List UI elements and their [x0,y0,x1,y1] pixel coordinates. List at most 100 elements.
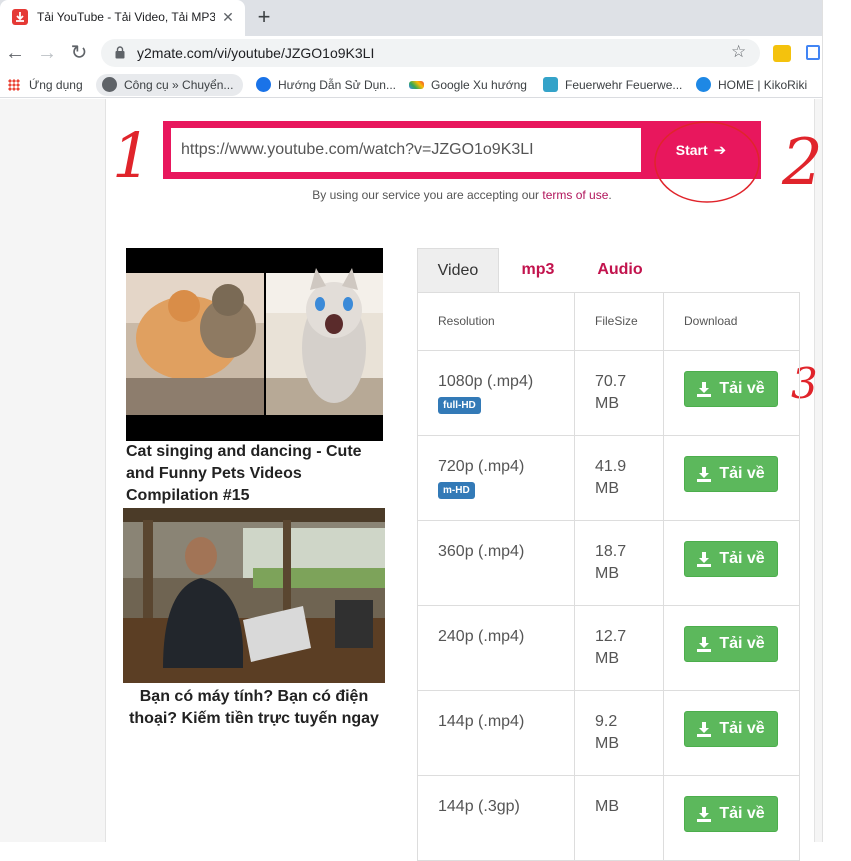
bookmark-label: Ứng dụng [29,78,83,92]
new-tab-button[interactable]: + [254,5,274,29]
filesize-text: 12.7 MB [595,628,627,667]
forward-button[interactable]: → [34,39,60,67]
download-button[interactable]: Tải về [684,711,778,747]
column-header-download: Download [663,292,800,351]
lock-icon [115,46,125,59]
resolution-text: 1080p (.mp4) [438,373,534,390]
download-cell: Tải về [663,775,800,861]
resolution-cell: 1080p (.mp4) full-HD [417,350,575,436]
bookmark-feuerwehr[interactable]: Feuerwehr Feuerwe... [543,74,682,96]
bookmark-label: Công cụ » Chuyển... [124,78,234,92]
download-label: Tải về [719,805,765,822]
download-cell: Tải về [663,605,800,691]
download-label: Tải về [719,465,765,482]
bookmark-label: Hướng Dẫn Sử Dụn... [278,78,396,92]
resolution-text: 144p (.3gp) [438,798,520,815]
bookmark-cong-cu[interactable]: Công cụ » Chuyển... [96,74,244,96]
download-label: Tải về [719,635,765,652]
column-header-filesize: FileSize [574,292,664,351]
download-button[interactable]: Tải về [684,541,778,577]
kikoriki-icon [696,77,711,92]
column-header-resolution: Resolution [417,292,575,351]
download-label: Tải về [719,550,765,567]
filesize-text: 70.7 MB [595,373,627,412]
browser-tab[interactable]: Tải YouTube - Tải Video, Tải MP3 ✕ [0,0,245,36]
resolution-text: 240p (.mp4) [438,628,525,645]
bookmark-kikoriki[interactable]: HOME | KikoRiki [696,74,807,96]
star-icon[interactable]: ☆ [731,42,746,62]
annotation-number: 1 [112,119,152,192]
download-label: Tải về [719,380,765,397]
quality-badge: m-HD [438,482,475,499]
filesize-cell: 18.7 MB [574,520,664,606]
bookmark-label: HOME | KikoRiki [718,78,808,92]
video-title[interactable]: Cat singing and dancing - Cute and Funny… [126,441,386,507]
bookmark-apps[interactable]: Ứng dụng [8,74,83,96]
filesize-text: MB [595,798,619,815]
page-content: Start ➔ By using our service you are acc… [0,99,823,861]
download-button[interactable]: Tải về [684,371,778,407]
address-bar[interactable]: y2mate.com/vi/youtube/JZGO1o9K3LI ☆ [101,39,760,67]
trends-icon [409,81,424,89]
tab-audio[interactable]: Audio [585,248,655,293]
page-gutter [814,99,822,842]
download-button[interactable]: Tải về [684,456,778,492]
resolution-text: 720p (.mp4) [438,458,525,475]
download-cell: Tải về [663,435,800,521]
download-icon [697,381,712,397]
globe-icon [102,77,117,92]
resolution-cell: 240p (.mp4) [417,605,575,691]
filesize-text: 9.2 MB [595,713,619,752]
tab-title: Tải YouTube - Tải Video, Tải MP3 [37,10,215,24]
video-thumbnail[interactable] [123,508,385,683]
extension-icon[interactable] [806,45,820,60]
filesize-cell: 9.2 MB [574,690,664,776]
download-icon [697,636,712,652]
download-icon [697,551,712,567]
url-input[interactable] [171,128,641,172]
terms-text: By using our service you are accepting o… [312,188,543,202]
filesize-text: 41.9 MB [595,458,627,497]
page-gutter [0,99,106,842]
tab-video[interactable]: Video [417,248,499,293]
terms-link[interactable]: terms of use [542,188,608,202]
download-label: Tải về [719,720,765,737]
tab-strip: Tải YouTube - Tải Video, Tải MP3 ✕ + [0,0,822,36]
close-icon[interactable]: ✕ [219,8,237,26]
download-icon [697,721,712,737]
video-thumbnail[interactable] [126,248,383,441]
table-row: 144p (.mp4) 9.2 MB Tải về [417,690,800,776]
bookmark-google-trends[interactable]: Google Xu hướng [409,74,527,96]
bookmark-huong-dan[interactable]: Hướng Dẫn Sử Dụn... [256,74,396,96]
resolution-cell: 360p (.mp4) [417,520,575,606]
video-title[interactable]: Bạn có máy tính? Bạn có điện thoại? Kiếm… [123,686,385,730]
table-row: 144p (.3gp) MB Tải về [417,775,800,861]
tab-mp3[interactable]: mp3 [505,248,571,293]
feuerwehr-icon [543,77,558,92]
annotation-number: 2 [782,126,823,200]
download-cell: Tải về [663,690,800,776]
download-button[interactable]: Tải về [684,626,778,662]
resolution-text: 144p (.mp4) [438,713,525,730]
table-header-row: Resolution FileSize Download [417,292,800,351]
resolution-cell: 144p (.mp4) [417,690,575,776]
download-cell: Tải về [663,350,800,436]
table-row: 1080p (.mp4) full-HD 70.7 MB Tải về [417,350,800,436]
reload-button[interactable]: ↻ [66,39,92,67]
window-edge [822,0,851,842]
resolution-cell: 144p (.3gp) [417,775,575,861]
download-icon [697,466,712,482]
download-table: Resolution FileSize Download 1080p (.mp4… [417,292,800,861]
y2mate-download-icon [12,9,28,25]
download-button[interactable]: Tải về [684,796,778,832]
table-row: 720p (.mp4) m-HD 41.9 MB Tải về [417,435,800,521]
browser-toolbar: ← → ↻ y2mate.com/vi/youtube/JZGO1o9K3LI … [0,36,822,70]
table-row: 240p (.mp4) 12.7 MB Tải về [417,605,800,691]
bookmarks-bar: Ứng dụng Công cụ » Chuyển... Hướng Dẫn S… [0,70,822,98]
extension-icon[interactable] [773,45,791,62]
l-logo-icon [256,77,271,92]
back-button[interactable]: ← [2,39,28,67]
url-text[interactable]: y2mate.com/vi/youtube/JZGO1o9K3LI [137,45,374,61]
bookmark-label: Feuerwehr Feuerwe... [565,78,683,92]
bookmark-label: Google Xu hướng [431,78,527,92]
